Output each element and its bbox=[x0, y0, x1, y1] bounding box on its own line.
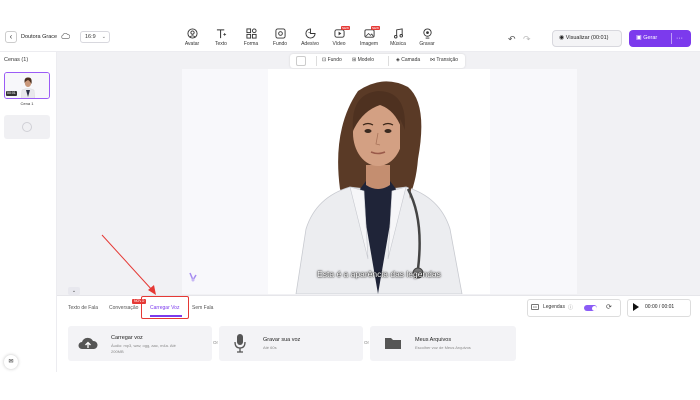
tool-label: Texto bbox=[215, 41, 227, 47]
toolbar-label: Camada bbox=[401, 57, 421, 63]
tool-shape[interactable]: Forma bbox=[236, 28, 266, 47]
color-swatch[interactable] bbox=[296, 56, 306, 66]
tab-text-to-speech[interactable]: Texto de Fala bbox=[68, 305, 98, 311]
background-icon: ⊡ bbox=[322, 57, 327, 63]
card-subtitle: Até 60s bbox=[263, 345, 277, 350]
back-button[interactable]: ‹ bbox=[5, 31, 17, 43]
record-icon bbox=[422, 28, 432, 39]
subtitles-toggle[interactable] bbox=[584, 305, 597, 311]
preview-label: Visualizar (00:01) bbox=[565, 35, 609, 41]
tool-label: Avatar bbox=[184, 41, 200, 47]
tool-sticker[interactable]: Adesivo bbox=[295, 28, 325, 47]
or-separator: Or bbox=[364, 340, 369, 345]
text-icon bbox=[216, 29, 226, 39]
scene-duration: 00:01 bbox=[6, 91, 17, 96]
info-icon[interactable]: ⓘ bbox=[568, 304, 573, 311]
tool-avatar[interactable]: Avatar bbox=[177, 28, 207, 47]
cloud-upload-icon bbox=[78, 337, 98, 349]
cloud-icon bbox=[61, 33, 70, 39]
chat-icon[interactable]: ✉ bbox=[4, 355, 18, 369]
generate-icon: ▣ bbox=[636, 35, 642, 41]
folder-icon bbox=[385, 338, 401, 349]
divider bbox=[388, 56, 389, 66]
tool-label: Gravar bbox=[419, 41, 435, 47]
layer-toolbar-button[interactable]: ◈ Camada bbox=[396, 57, 420, 63]
undo-icon[interactable]: ↶ bbox=[508, 34, 516, 45]
button-divider bbox=[671, 33, 672, 44]
card-title: Carregar voz bbox=[111, 335, 143, 341]
chevron-down-icon: ⌄ bbox=[101, 34, 106, 40]
tool-record[interactable]: Gravar bbox=[412, 28, 442, 47]
toolbar-label: Fundo bbox=[327, 57, 342, 63]
tool-music[interactable]: Música bbox=[383, 28, 413, 47]
new-badge: NEW bbox=[371, 26, 380, 30]
transition-icon: ⋈ bbox=[430, 57, 435, 63]
scene-label: Cena 1 bbox=[20, 101, 34, 106]
tab-conversation[interactable]: Conversação bbox=[109, 305, 138, 311]
tool-label: Forma bbox=[243, 41, 259, 47]
background-toolbar-button[interactable]: ⊡ Fundo bbox=[322, 57, 342, 63]
add-icon bbox=[22, 122, 32, 132]
subtitles-label: Legendas bbox=[543, 304, 565, 310]
tool-label: Adesivo bbox=[301, 41, 319, 47]
tool-background[interactable]: Fundo bbox=[265, 28, 295, 47]
tool-label: Fundo bbox=[272, 41, 288, 47]
tool-image[interactable]: NEW Imagem bbox=[354, 26, 384, 47]
card-title: Meus Arquivos bbox=[415, 337, 452, 343]
chevron-down-icon: ⌄ bbox=[71, 288, 77, 294]
more-options-icon[interactable]: ··· bbox=[676, 30, 683, 47]
project-name[interactable]: Doutora Grace bbox=[21, 34, 57, 40]
tool-text[interactable]: Texto bbox=[206, 28, 236, 47]
background-icon bbox=[274, 28, 286, 39]
generate-button[interactable]: ▣ Gerar ··· bbox=[629, 30, 691, 47]
sticker-icon bbox=[304, 28, 316, 39]
doctor-avatar-image bbox=[268, 69, 490, 294]
card-subtitle: Áudio: mp3, wav, ogg, aac, m4a. Até bbox=[111, 343, 176, 348]
new-badge: NEW bbox=[341, 26, 350, 30]
tool-label: Música bbox=[390, 41, 406, 47]
template-toolbar-button[interactable]: ⊞ Modelo bbox=[352, 57, 374, 63]
toolbar-label: Transição bbox=[436, 57, 459, 63]
tool-video[interactable]: NEW Vídeo bbox=[324, 26, 354, 47]
scenes-panel bbox=[0, 52, 57, 372]
subtitle-preview: Esta é a aparência das legendas bbox=[317, 269, 441, 279]
tab-no-speech[interactable]: Sem Fala bbox=[192, 305, 213, 311]
annotation-highlight-box bbox=[141, 296, 189, 319]
playback-time: 00:00 / 00:01 bbox=[645, 304, 675, 310]
transition-toolbar-button[interactable]: ⋈ Transição bbox=[430, 57, 458, 63]
card-subtitle: Escolher voz de Meus Arquivos bbox=[415, 345, 471, 350]
play-icon[interactable] bbox=[633, 303, 639, 311]
tool-label: Vídeo bbox=[332, 41, 346, 47]
layers-icon: ◈ bbox=[396, 57, 400, 63]
preview-button[interactable]: ◉ Visualizar (00:01) bbox=[552, 30, 622, 47]
template-icon: ⊞ bbox=[352, 57, 357, 63]
music-icon bbox=[393, 28, 403, 39]
microphone-icon bbox=[234, 334, 246, 353]
shapes-icon bbox=[245, 28, 257, 39]
annotation-arrow bbox=[101, 234, 156, 295]
tool-label: Imagem bbox=[359, 41, 379, 47]
collapse-panel-button[interactable]: ⌄ bbox=[68, 287, 80, 295]
divider bbox=[316, 56, 317, 66]
card-title: Gravar sua voz bbox=[263, 337, 301, 343]
toolbar-label: Modelo bbox=[357, 57, 374, 63]
captions-icon: CC bbox=[531, 304, 539, 310]
subtitle-style-icon[interactable]: ⟳ bbox=[606, 303, 612, 311]
chevron-left-icon: ‹ bbox=[9, 32, 13, 41]
aspect-ratio-select[interactable]: 16:9 ⌄ bbox=[80, 31, 110, 43]
eye-icon: ◉ bbox=[559, 35, 565, 41]
generate-label: Gerar bbox=[643, 35, 658, 41]
brand-watermark-icon bbox=[189, 272, 197, 282]
or-separator: Or bbox=[213, 340, 218, 345]
aspect-ratio-value: 16:9 bbox=[85, 34, 96, 40]
avatar-preview[interactable] bbox=[268, 69, 490, 294]
avatar-icon bbox=[186, 28, 198, 39]
card-subtitle: 200MB bbox=[111, 349, 124, 354]
redo-icon[interactable]: ↷ bbox=[523, 34, 531, 45]
scenes-title: Cenas (1) bbox=[4, 57, 29, 63]
add-scene-button[interactable] bbox=[4, 115, 50, 139]
toggle-knob bbox=[591, 305, 597, 311]
